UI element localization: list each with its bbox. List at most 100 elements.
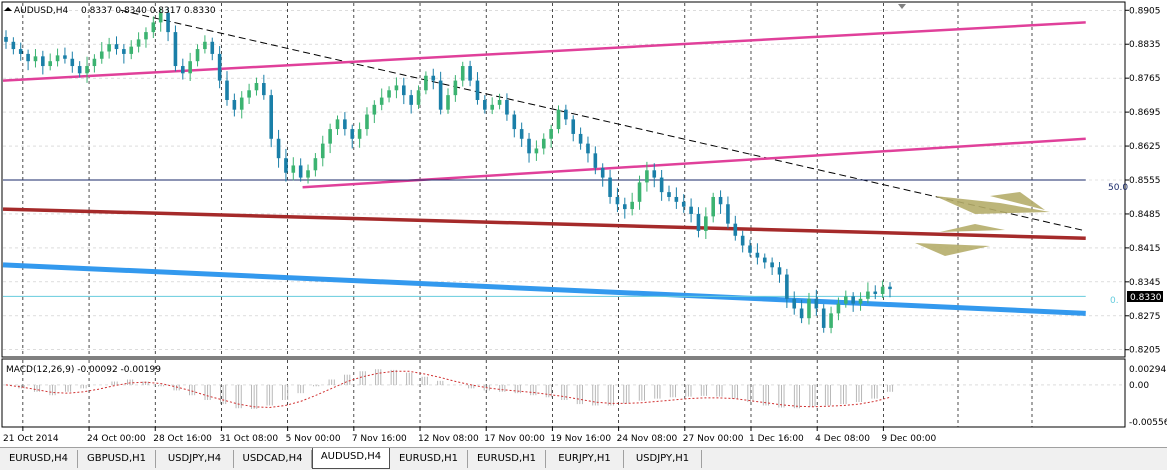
- chart-shift-marker-icon[interactable]: [898, 4, 906, 9]
- candle-body: [475, 80, 480, 100]
- candle-body: [608, 177, 612, 197]
- time-tick-label: 31 Oct 08:00: [219, 434, 278, 444]
- candle-body: [276, 138, 281, 159]
- candle-body: [549, 129, 553, 139]
- candle-body: [33, 56, 38, 62]
- candle-body: [460, 66, 465, 81]
- candle-body: [438, 80, 443, 110]
- candle-body: [844, 296, 848, 304]
- candle-body: [269, 95, 273, 139]
- chart-tab-eurusd-h4[interactable]: EURUSD,H4: [0, 450, 78, 468]
- time-tick-label: 21 Oct 2014: [3, 434, 59, 444]
- price-tick-label: 0.8695: [1129, 108, 1161, 118]
- drawn-objects[interactable]: [2, 9, 1086, 316]
- candle-body: [704, 216, 708, 231]
- candle-body: [652, 170, 657, 178]
- chart-tab-usdjpy-h1[interactable]: USDJPY,H1: [624, 450, 702, 468]
- candle-body: [431, 75, 436, 81]
- time-tick-label: 1 Dec 16:00: [749, 434, 804, 444]
- time-tick-label: 19 Nov 16:00: [550, 434, 611, 444]
- candle-body: [600, 167, 605, 178]
- candle-body: [232, 99, 237, 110]
- candle-body: [527, 138, 531, 154]
- time-tick-label: 24 Nov 08:00: [617, 434, 678, 444]
- candle-body: [858, 298, 863, 304]
- candle-body: [748, 245, 752, 253]
- candle-body: [519, 129, 524, 139]
- symbol-header: AUDUSD,H4: [14, 6, 69, 16]
- candle-body: [762, 257, 767, 263]
- candle-body: [512, 114, 517, 130]
- candle-body: [866, 291, 870, 299]
- price-tick-label: 0.8765: [1129, 74, 1161, 84]
- candle-body: [792, 298, 797, 309]
- candle-body: [284, 158, 288, 173]
- symbol-menu-triangle-icon[interactable]: [4, 7, 12, 11]
- candle-body: [402, 85, 406, 96]
- candle-body: [11, 41, 16, 50]
- chart-tab-eurjpy-h1[interactable]: EURJPY,H1: [546, 450, 624, 468]
- candle-body: [740, 235, 745, 246]
- candle-body: [490, 104, 494, 110]
- candle-body: [313, 158, 318, 171]
- candle-body: [733, 223, 738, 236]
- chart-canvas[interactable]: 0.8905 0.8835 0.8765 0.8695 0.8625 0.8555 0.84…: [0, 0, 1167, 447]
- candle-body: [291, 165, 296, 173]
- candle-body: [424, 75, 428, 91]
- candle-body: [343, 119, 347, 130]
- candle-body: [114, 44, 119, 50]
- candle-body: [630, 201, 634, 210]
- candle-body: [70, 58, 75, 67]
- chart-tab-usdjpy-h4[interactable]: USDJPY,H4: [156, 450, 234, 468]
- candle-body: [18, 49, 23, 54]
- chart-tab-eurusd-h1[interactable]: EURUSD,H1: [390, 450, 468, 468]
- chart-tab-audusd-h4[interactable]: AUDUSD,H4: [312, 448, 390, 469]
- candle-body: [505, 99, 509, 115]
- candle-body: [851, 296, 855, 304]
- price-tick-label: 0.8555: [1129, 176, 1161, 186]
- candle-body: [306, 170, 310, 178]
- time-tick-label: 27 Nov 00:00: [683, 434, 744, 444]
- candle-body: [394, 85, 399, 91]
- candle-body: [829, 313, 833, 328]
- macd-label-zero: 0.00: [1129, 381, 1149, 391]
- fib-0-label: 0.: [1110, 296, 1119, 306]
- mt4-chart-window: 0.8905 0.8835 0.8765 0.8695 0.8625 0.8555 0.84…: [0, 0, 1167, 470]
- candle-body: [571, 119, 576, 134]
- blue-support-line: [2, 262, 1086, 316]
- current-price-label: 0.8330: [1130, 293, 1162, 303]
- macd-signal-line: [5, 370, 891, 409]
- candle-body: [262, 83, 266, 96]
- candle-body: [217, 53, 222, 81]
- ohlc-header: 0.8337 0.8340 0.8317 0.8330: [81, 6, 216, 16]
- candle-body: [836, 303, 841, 314]
- candle-body: [63, 55, 67, 59]
- candle-body: [888, 286, 892, 290]
- chart-tab-eurusd-h1[interactable]: EURUSD,H1: [468, 450, 546, 468]
- candle-body: [416, 90, 421, 105]
- time-tick-label: 4 Dec 08:00: [815, 434, 870, 444]
- candle-body: [107, 44, 111, 52]
- chart-tab-bar: EURUSD,H4 GBPUSD,H1 USDJPY,H4 USDCAD,H4 AUDU…: [0, 447, 1167, 470]
- chart-tab-gbpusd-h1[interactable]: GBPUSD,H1: [78, 450, 156, 468]
- candle-body: [48, 61, 52, 67]
- candle-body: [674, 196, 679, 202]
- upper-channel-line: [2, 21, 1086, 82]
- candle-body: [483, 99, 487, 110]
- candle-body: [239, 97, 244, 110]
- candle-body: [379, 97, 384, 105]
- price-tick-label: 0.8625: [1129, 142, 1161, 152]
- fib-50-label: 50.0: [1108, 183, 1128, 193]
- candle-body: [541, 138, 546, 149]
- chart-tab-usdcad-h4[interactable]: USDCAD,H4: [234, 450, 312, 468]
- candle-body: [41, 56, 45, 67]
- candle-body: [151, 22, 156, 33]
- candle-body: [77, 66, 82, 74]
- candle-body: [195, 49, 200, 62]
- candle-body: [409, 95, 413, 105]
- candle-body: [586, 143, 590, 154]
- time-tick-label: 5 Nov 00:00: [286, 434, 341, 444]
- price-tick-label: 0.8275: [1129, 312, 1161, 322]
- candle-body: [26, 53, 30, 62]
- projection-arrow-shape: [915, 243, 990, 256]
